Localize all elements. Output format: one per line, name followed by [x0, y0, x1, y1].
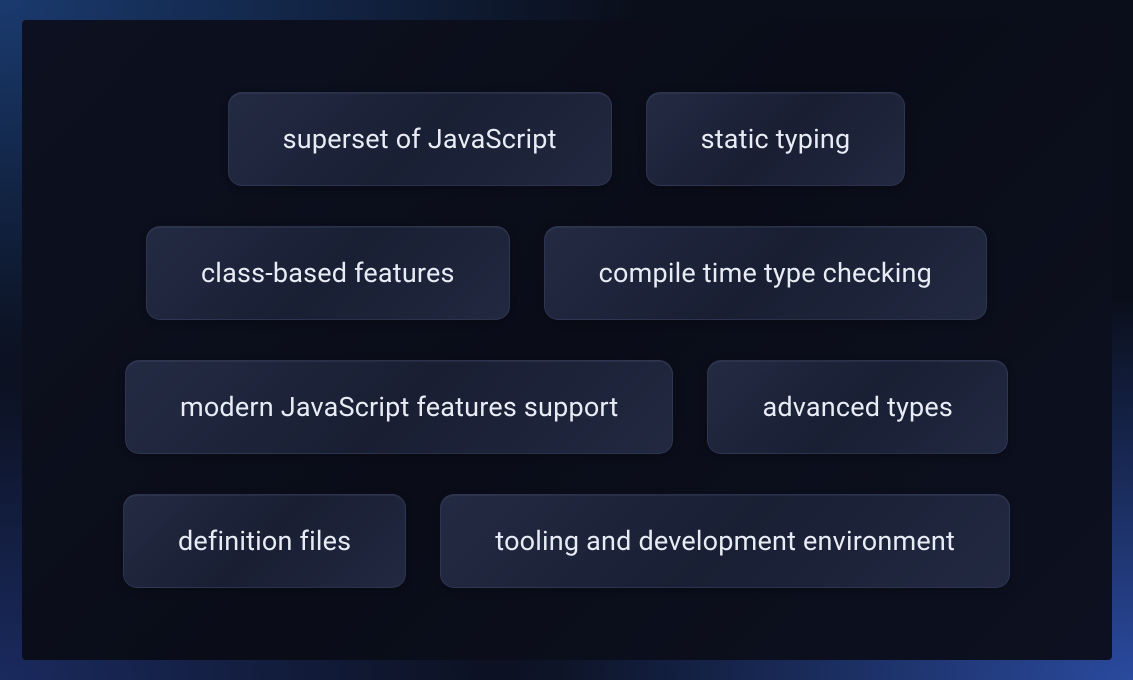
feature-row: modern JavaScript features support advan…: [62, 360, 1072, 454]
feature-chip: superset of JavaScript: [228, 92, 612, 186]
feature-chip: modern JavaScript features support: [125, 360, 674, 454]
feature-chip: class-based features: [146, 226, 510, 320]
feature-chip: tooling and development environment: [440, 494, 1010, 588]
feature-chip: advanced types: [707, 360, 1008, 454]
feature-chip: compile time type checking: [544, 226, 987, 320]
feature-row: class-based features compile time type c…: [62, 226, 1072, 320]
feature-row: definition files tooling and development…: [62, 494, 1072, 588]
feature-chip: static typing: [646, 92, 906, 186]
feature-panel: superset of JavaScript static typing cla…: [22, 20, 1112, 660]
feature-chip: definition files: [123, 494, 406, 588]
feature-row: superset of JavaScript static typing: [62, 92, 1072, 186]
